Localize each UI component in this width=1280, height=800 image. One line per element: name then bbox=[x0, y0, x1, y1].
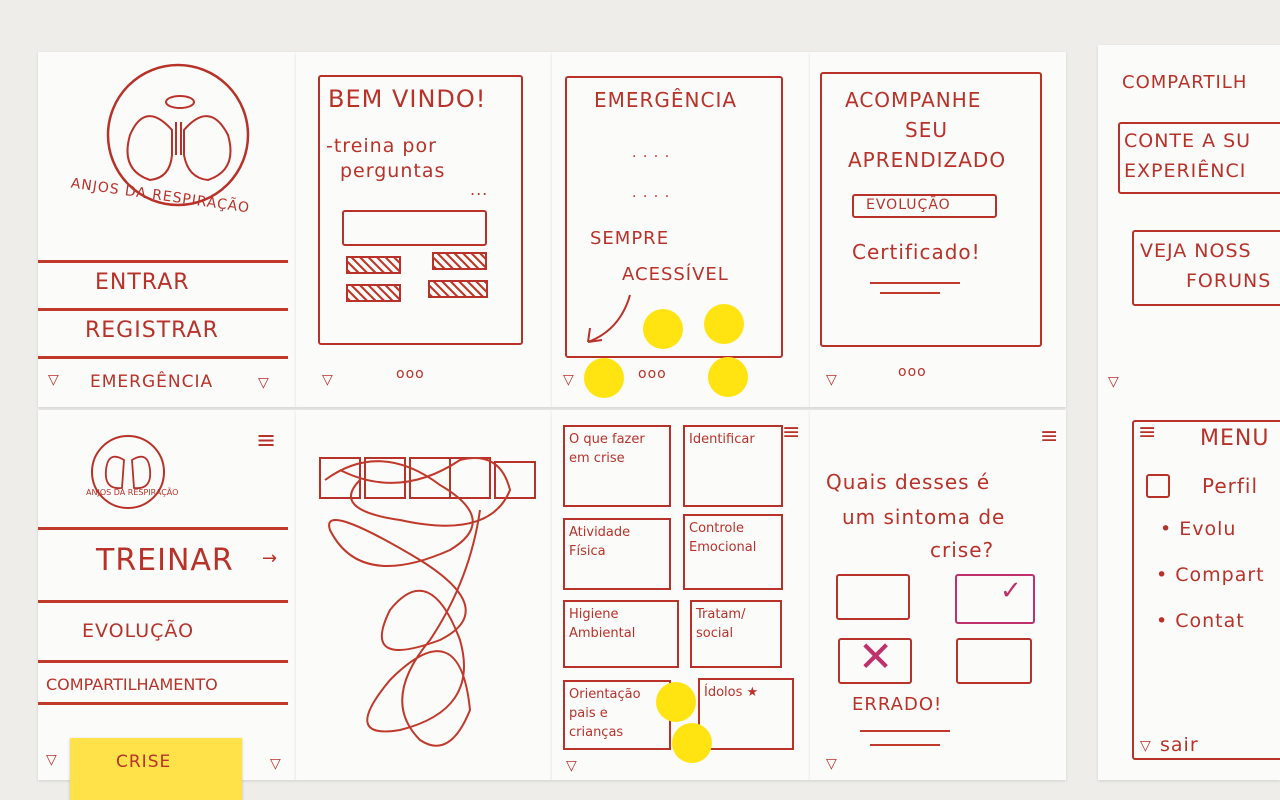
quiz-question-line3: crise? bbox=[930, 538, 995, 562]
arrow-icon: → bbox=[262, 548, 279, 569]
quiz-question-line1: Quais desses é bbox=[826, 470, 991, 494]
hamburger-icon[interactable]: ≡ bbox=[1040, 424, 1059, 449]
vote-dot bbox=[672, 723, 712, 763]
share-box2-line2: FORUNS bbox=[1186, 270, 1272, 292]
emergency-line1: SEMPRE bbox=[590, 228, 670, 249]
arrow-icon bbox=[587, 294, 631, 343]
evolution-badge-label: EVOLUÇÃO bbox=[866, 197, 951, 213]
enter-button[interactable]: ENTRAR bbox=[95, 270, 190, 295]
check-icon: ✓ bbox=[1000, 576, 1023, 606]
quiz-option-selected[interactable] bbox=[955, 574, 1035, 624]
topic-idols[interactable]: Ídolos ★ bbox=[698, 678, 794, 750]
quiz-option[interactable] bbox=[956, 638, 1032, 684]
welcome-line2: perguntas bbox=[340, 160, 446, 182]
triangle-icon: ▽ bbox=[48, 372, 59, 388]
triangle-icon: ▽ bbox=[1140, 738, 1151, 754]
option-button[interactable] bbox=[346, 284, 401, 302]
hamburger-icon[interactable]: ≡ bbox=[256, 426, 277, 454]
welcome-line1: -treina por bbox=[326, 135, 437, 157]
share-button[interactable]: COMPARTILHAMENTO bbox=[46, 675, 218, 694]
logo-small-drawing bbox=[91, 435, 165, 509]
topic-social-treatment[interactable]: Tratam/ social bbox=[690, 600, 782, 668]
share-box2-line1: VEJA NOSS bbox=[1140, 240, 1252, 262]
vote-dot bbox=[656, 682, 696, 722]
triangle-icon: ▽ bbox=[46, 752, 57, 768]
vote-dot bbox=[708, 357, 748, 397]
emergency-title: EMERGÊNCIA bbox=[594, 88, 738, 112]
pager-dots: ooo bbox=[898, 364, 927, 380]
cross-icon: ✕ bbox=[858, 632, 895, 681]
topic-physical-activity[interactable]: Atividade Física bbox=[563, 518, 671, 590]
triangle-icon: ▽ bbox=[258, 375, 269, 391]
quiz-question-line2: um sintoma de bbox=[842, 505, 1006, 529]
train-button[interactable]: TREINAR bbox=[96, 543, 234, 578]
hamburger-icon[interactable]: ≡ bbox=[782, 420, 801, 445]
share-title: COMPARTILH bbox=[1122, 72, 1248, 93]
emergency-line2: ACESSÍVEL bbox=[622, 264, 729, 285]
side-menu-title: MENU bbox=[1200, 426, 1270, 451]
triangle-icon: ▽ bbox=[563, 372, 574, 388]
certificate-text: Certificado! bbox=[852, 240, 981, 264]
vote-dot bbox=[643, 309, 683, 349]
side-menu-exit[interactable]: sair bbox=[1160, 734, 1199, 756]
triangle-icon: ▽ bbox=[1108, 374, 1119, 390]
logo-drawing bbox=[106, 63, 250, 207]
side-menu-panel bbox=[1132, 420, 1280, 760]
triangle-icon: ▽ bbox=[322, 372, 333, 388]
quiz-option[interactable] bbox=[836, 574, 910, 620]
welcome-title: BEM VINDO! bbox=[328, 85, 487, 113]
vote-dot bbox=[704, 304, 744, 344]
progress-line2: SEU bbox=[905, 118, 948, 142]
pager-dots: ooo bbox=[638, 366, 667, 382]
pager-dots: ooo bbox=[396, 366, 425, 382]
profile-icon bbox=[1146, 474, 1170, 498]
topic-emotional-control[interactable]: Controle Emocional bbox=[683, 514, 783, 590]
share-box1-line2: EXPERIÊNCI bbox=[1124, 160, 1247, 182]
side-menu-profile[interactable]: Perfil bbox=[1202, 474, 1258, 498]
topic-identify[interactable]: Identificar bbox=[683, 425, 783, 507]
logo-small-text: ANJOS DA RESPIRAÇÃO bbox=[86, 488, 179, 497]
triangle-icon: ▽ bbox=[826, 372, 837, 388]
welcome-ellipsis: ... bbox=[470, 180, 489, 199]
topic-what-to-do[interactable]: O que fazer em crise bbox=[563, 425, 671, 507]
emergency-button[interactable]: EMERGÊNCIA bbox=[90, 372, 213, 392]
wrong-label: ERRADO! bbox=[852, 694, 943, 715]
side-menu-share[interactable]: • Compart bbox=[1156, 564, 1265, 586]
vote-dot bbox=[584, 358, 624, 398]
hamburger-icon[interactable]: ≡ bbox=[1138, 420, 1157, 445]
answer-input[interactable] bbox=[342, 210, 487, 246]
topic-environmental-hygiene[interactable]: Higiene Ambiental bbox=[563, 600, 679, 668]
triangle-icon: ▽ bbox=[566, 758, 577, 774]
triangle-icon: ▽ bbox=[826, 756, 837, 772]
progress-line3: APRENDIZADO bbox=[848, 148, 1007, 172]
side-menu-contact[interactable]: • Contat bbox=[1156, 610, 1245, 632]
crisis-sticky-label: CRISE bbox=[116, 752, 172, 772]
emergency-dots1: . . . . bbox=[632, 145, 671, 161]
share-box1-line1: CONTE A SU bbox=[1124, 130, 1252, 152]
scribble-drawing bbox=[319, 457, 536, 747]
triangle-icon: ▽ bbox=[270, 756, 281, 772]
emergency-dots2: . . . . bbox=[632, 185, 671, 201]
option-button[interactable] bbox=[432, 252, 487, 270]
topic-parents-children[interactable]: Orientação pais e crianças bbox=[563, 680, 671, 750]
progress-line1: ACOMPANHE bbox=[845, 88, 982, 112]
side-menu-evolution[interactable]: • Evolu bbox=[1160, 518, 1236, 540]
option-button[interactable] bbox=[346, 256, 401, 274]
evolution-button[interactable]: EVOLUÇÃO bbox=[82, 620, 194, 642]
option-button[interactable] bbox=[428, 280, 488, 298]
register-button[interactable]: REGISTRAR bbox=[85, 318, 219, 343]
